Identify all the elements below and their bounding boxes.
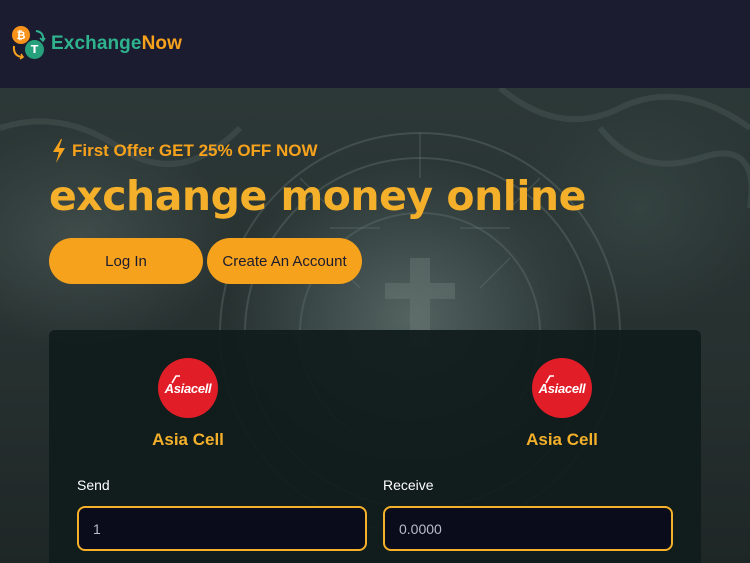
- offer-text: First Offer GET 25% OFF NOW: [72, 141, 318, 160]
- receive-label: Receive: [383, 477, 434, 493]
- receive-provider-name: Asia Cell: [526, 430, 598, 449]
- top-navbar: ₿ T ExchangeNow: [0, 0, 750, 88]
- hero-section: First Offer GET 25% OFF NOW exchange mon…: [0, 88, 750, 563]
- receive-provider[interactable]: Asiacell Asia Cell: [482, 358, 642, 450]
- brand-name: ExchangeNow: [51, 33, 182, 54]
- login-button[interactable]: Log In: [49, 238, 203, 284]
- send-provider[interactable]: Asiacell Asia Cell: [108, 358, 268, 450]
- lightning-bolt-icon: [53, 139, 65, 163]
- asiacell-logo-icon: Asiacell: [532, 358, 592, 418]
- bitcoin-icon: ₿: [12, 26, 30, 44]
- tether-icon: T: [25, 40, 44, 59]
- page-headline: exchange money online: [49, 172, 586, 220]
- asiacell-logo-icon: Asiacell: [158, 358, 218, 418]
- create-account-button[interactable]: Create An Account: [207, 238, 362, 284]
- receive-amount-input[interactable]: [383, 506, 673, 551]
- send-label: Send: [77, 477, 110, 493]
- exchange-logo-icon: ₿ T: [10, 26, 48, 62]
- send-amount-input[interactable]: [77, 506, 367, 551]
- offer-banner: First Offer GET 25% OFF NOW: [50, 138, 318, 164]
- brand-logo[interactable]: ₿ T ExchangeNow: [10, 26, 182, 62]
- exchange-card: Asiacell Asia Cell Asiacell Asia Cell Se…: [49, 330, 701, 563]
- send-provider-name: Asia Cell: [152, 430, 224, 449]
